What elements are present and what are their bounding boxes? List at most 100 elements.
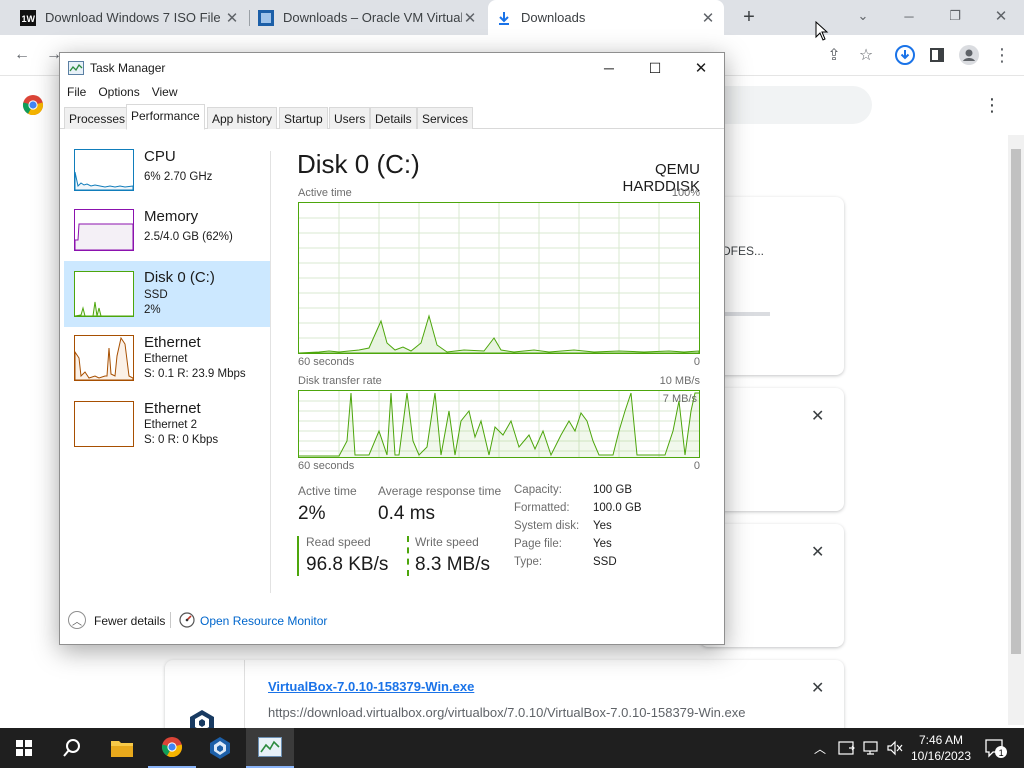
resource-name: Ethernet — [144, 334, 201, 351]
close-window-icon[interactable]: ✕ — [678, 53, 724, 83]
share-icon[interactable]: ⇪ — [820, 41, 848, 69]
downloads-search-bar[interactable] — [720, 86, 872, 124]
resource-cpu[interactable]: CPU 6% 2.70 GHz — [64, 143, 270, 207]
restore-icon[interactable]: ❐ — [932, 0, 978, 32]
resource-memory[interactable]: Memory 2.5/4.0 GB (62%) — [64, 203, 270, 267]
tm-tabs: Processes Performance App history Startu… — [60, 104, 724, 130]
tm-title-bar[interactable]: Task Manager ─ ☐ ✕ — [60, 53, 724, 83]
tab-services[interactable]: Services — [417, 107, 474, 129]
scrollbar-thumb[interactable] — [1011, 149, 1021, 654]
prop-value: Yes — [593, 538, 612, 550]
browser-tab-downloads[interactable]: Downloads ✕ — [488, 0, 724, 35]
downloads-more-icon[interactable]: ⋮ — [983, 95, 1001, 116]
action-center-icon[interactable]: 1 — [984, 728, 1008, 768]
show-hidden-icons-chevron-icon[interactable]: ︿ — [814, 728, 826, 768]
close-tab-icon[interactable]: ✕ — [224, 9, 240, 27]
chrome-menu-icon[interactable]: ⋮ — [988, 41, 1016, 69]
notification-count: 1 — [999, 748, 1004, 758]
stat-label: Average response time — [378, 484, 502, 498]
resource-monitor-icon[interactable] — [179, 612, 195, 631]
new-tab-plus-icon[interactable]: + — [738, 6, 760, 28]
tab-processes[interactable]: Processes — [64, 107, 131, 129]
read-indicator-line — [297, 536, 299, 576]
graph-x-label: 60 seconds — [298, 356, 355, 368]
panel-divider — [270, 151, 271, 593]
downloads-indicator-icon[interactable] — [891, 41, 919, 69]
clock[interactable]: 7:46 AM 10/16/2023 — [905, 728, 977, 768]
resource-disk0[interactable]: Disk 0 (C:) SSD 2% — [64, 261, 270, 327]
prop-value: SSD — [593, 556, 617, 568]
resource-name: Ethernet — [144, 400, 201, 417]
bookmark-star-icon[interactable]: ☆ — [852, 41, 880, 69]
tab-details[interactable]: Details — [370, 107, 417, 129]
ethernet2-mini-graph — [74, 401, 134, 447]
tab-title: Download Windows 7 ISO File - … — [45, 10, 224, 25]
page-scrollbar[interactable] — [1008, 135, 1024, 725]
minimize-icon[interactable]: ─ — [886, 0, 932, 32]
chrome-taskbar-icon[interactable] — [148, 728, 196, 768]
menu-view[interactable]: View — [152, 83, 185, 103]
download-progress-track — [724, 312, 770, 316]
prop-value: 100.0 GB — [593, 502, 642, 514]
minimize-icon[interactable]: ─ — [586, 53, 632, 83]
resource-detail: 2.5/4.0 GB (62%) — [144, 231, 233, 243]
memory-mini-graph — [74, 209, 134, 251]
browser-tab-windows7[interactable]: 1W Download Windows 7 ISO File - … ✕ — [12, 0, 248, 35]
resource-ethernet[interactable]: Ethernet Ethernet S: 0.1 R: 23.9 Mbps — [64, 329, 270, 393]
tab-users[interactable]: Users — [329, 107, 371, 129]
maximize-icon[interactable]: ☐ — [632, 53, 678, 83]
stat-write-speed: 8.3 MB/s — [415, 554, 490, 575]
resource-throughput: S: 0 R: 0 Kbps — [144, 434, 219, 446]
stat-read-speed: 96.8 KB/s — [306, 554, 389, 575]
resource-list: CPU 6% 2.70 GHz Memory 2.5/4.0 GB (62%) … — [64, 143, 270, 593]
tab-performance[interactable]: Performance — [126, 104, 205, 130]
resource-usage: 2% — [144, 304, 161, 316]
resource-ethernet-2[interactable]: Ethernet Ethernet 2 S: 0 R: 0 Kbps — [64, 395, 270, 459]
prop-label: Type: — [514, 556, 543, 568]
remove-download-icon[interactable]: ✕ — [811, 678, 824, 698]
side-panel-icon[interactable] — [923, 41, 951, 69]
volume-muted-icon[interactable] — [886, 728, 904, 768]
disk-mini-graph — [74, 271, 134, 317]
active-time-graph — [298, 202, 700, 354]
browser-tab-virtualbox[interactable]: Downloads – Oracle VM VirtualBox ✕ — [250, 0, 486, 35]
collapse-chevron-icon[interactable]: ︿ — [68, 611, 86, 629]
remove-download-icon[interactable]: ✕ — [811, 542, 824, 562]
task-manager-taskbar-icon[interactable] — [246, 728, 294, 768]
download-url: https://download.virtualbox.org/virtualb… — [268, 705, 746, 720]
graph-min: 0 — [693, 356, 700, 368]
close-tab-icon[interactable]: ✕ — [700, 9, 716, 27]
prop-label: Page file: — [514, 538, 562, 550]
tm-menu-bar: File Options View — [60, 83, 724, 103]
ethernet-mini-graph — [74, 335, 134, 381]
tab-startup[interactable]: Startup — [279, 107, 328, 129]
prop-label: Formatted: — [514, 502, 570, 514]
close-window-icon[interactable]: ✕ — [978, 0, 1024, 32]
search-icon[interactable] — [48, 728, 96, 768]
graph-label: Active time — [298, 187, 352, 199]
fewer-details-button[interactable]: Fewer details — [94, 614, 165, 628]
prop-value: 100 GB — [593, 484, 632, 496]
menu-file[interactable]: File — [67, 83, 93, 103]
menu-options[interactable]: Options — [98, 83, 146, 103]
clock-time: 7:46 AM — [918, 733, 964, 747]
open-resource-monitor-link[interactable]: Open Resource Monitor — [200, 614, 327, 628]
tab-app-history[interactable]: App history — [207, 107, 278, 129]
mouse-cursor-icon — [815, 20, 829, 44]
remove-download-icon[interactable]: ✕ — [811, 406, 824, 426]
tab-search-chevron-icon[interactable]: ⌄ — [840, 0, 886, 32]
tenforums-icon: 1W — [20, 9, 36, 26]
network-icon[interactable] — [862, 728, 880, 768]
graph-min: 0 — [693, 460, 700, 472]
transfer-rate-graph: 7 MB/s — [298, 390, 700, 458]
virtualbox-taskbar-icon[interactable] — [196, 728, 244, 768]
profile-avatar-icon[interactable] — [955, 41, 983, 69]
resource-throughput: S: 0.1 R: 23.9 Mbps — [144, 368, 246, 380]
security-shield-icon[interactable] — [838, 728, 856, 768]
download-filename-link[interactable]: VirtualBox-7.0.10-158379-Win.exe — [268, 679, 474, 694]
file-explorer-icon[interactable] — [98, 728, 146, 768]
windows-start-icon[interactable] — [0, 728, 48, 768]
close-tab-icon[interactable]: ✕ — [462, 9, 478, 27]
resource-adapter: Ethernet — [144, 353, 188, 365]
back-arrow-icon[interactable]: ← — [8, 41, 36, 69]
